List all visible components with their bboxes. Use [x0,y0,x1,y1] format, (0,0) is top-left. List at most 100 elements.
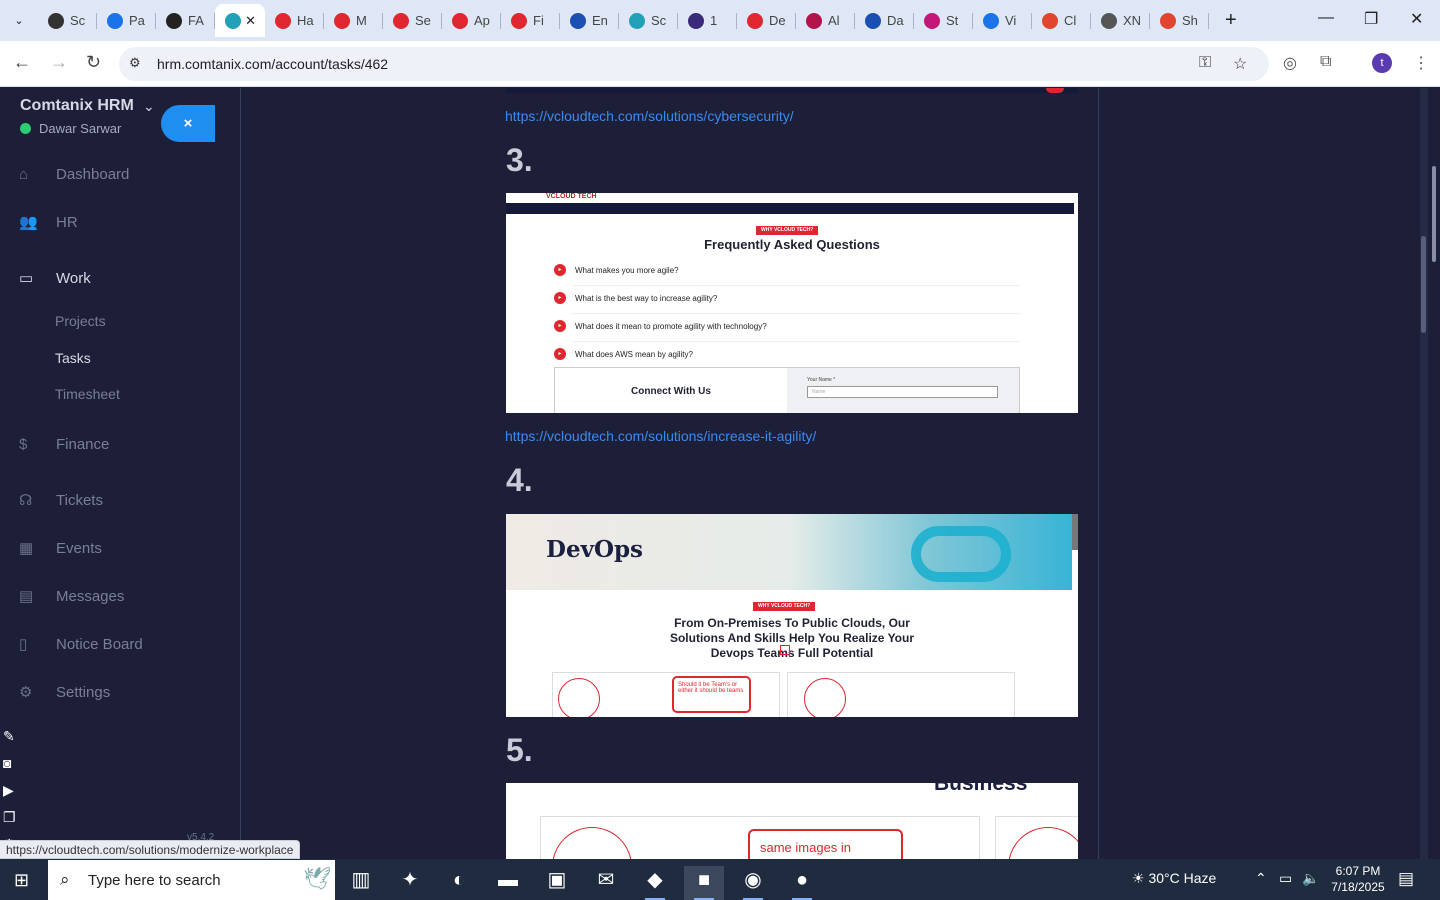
tab-title: Vi [1005,13,1017,28]
sidebar-item-dashboard[interactable]: ⌂ Dashboard [0,159,215,189]
devops-hero: DevOps [506,514,1072,590]
file-explorer-icon[interactable]: ▬ [488,866,528,900]
red-tag-icon [393,12,409,29]
chrome-icon[interactable]: ◉ [733,866,773,900]
browser-tab[interactable]: Al [796,4,855,37]
comtanix-app-icon[interactable]: ◆ [635,866,675,900]
infinity-loop-graphic [911,526,1011,582]
url-text[interactable]: hrm.comtanix.com/account/tasks/462 [157,56,388,72]
translate-icon[interactable]: ◎ [1283,53,1297,73]
task-screenshot-devops: DevOps WHY VCLOUD TECH? From On-Premises… [506,514,1078,717]
chevron-up-icon[interactable]: ⌃ [1255,870,1267,887]
browser-tab[interactable]: St [914,4,973,37]
clock[interactable]: 6:07 PM 7/18/2025 [1329,863,1387,895]
browser-tab[interactable]: Da [855,4,914,37]
notification-icon[interactable]: ▤ [1398,869,1414,889]
sidebar-subitem-timesheet[interactable]: Timesheet [55,386,120,402]
back-button[interactable]: ← [13,52,31,73]
dollar-icon: $ [19,435,28,453]
name-field: Name [807,386,998,398]
browser-tab[interactable]: Ap [442,4,501,37]
edge-icon[interactable]: ◐ [439,866,479,900]
task-link-cybersecurity[interactable]: https://vcloudtech.com/solutions/cyberse… [505,108,794,124]
profile-avatar[interactable]: t [1372,53,1392,73]
x-icon [688,12,704,29]
chevron-down-icon: ⌄ [14,14,24,27]
bookmark-star-icon[interactable]: ☆ [1233,54,1247,74]
devops-card-icon [804,678,846,717]
browser-tab[interactable]: Sh [1150,4,1209,37]
red-tag-icon [452,12,468,29]
sidebar-subitem-tasks[interactable]: Tasks [55,350,91,366]
screenshot-icon [48,12,64,29]
sidebar-subitem-projects[interactable]: Projects [55,313,106,329]
browser-tab[interactable]: Sc [38,4,97,37]
content-scrollbar[interactable] [1420,88,1428,859]
task-view-icon[interactable]: ▥ [341,866,381,900]
browser-tab[interactable]: Se [383,4,442,37]
sidebar-item-notice-board[interactable]: ▯ Notice Board [0,629,215,659]
page-scrollbar-thumb[interactable] [1432,166,1436,262]
browser-tab[interactable]: FA [156,4,215,37]
browser-tab[interactable]: De [737,4,796,37]
sidebar-item-tickets[interactable]: ☊ Tickets [0,485,215,515]
minimize-button[interactable]: — [1318,9,1334,27]
browser-tab[interactable]: 1 [678,4,737,37]
chevron-down-icon[interactable]: ⌄ [143,98,155,115]
mail-icon[interactable]: ✉ [586,866,626,900]
sidebar-item-messages[interactable]: ▤ Messages [0,581,215,611]
sidebar-item-events[interactable]: ▦ Events [0,533,215,563]
browser-tab[interactable]: En [560,4,619,37]
browser-tab[interactable]: Pa [97,4,156,37]
red-tag-icon [747,12,763,29]
sidebar-item-finance[interactable]: $ Finance [0,429,215,459]
store-icon[interactable]: ▣ [537,866,577,900]
new-tab-button[interactable]: + [1225,9,1237,32]
copilot-icon[interactable]: ✦ [390,866,430,900]
edit-icon[interactable]: ✎ [3,728,23,755]
browser-tab[interactable]: Sc [619,4,678,37]
sidebar-item-work[interactable]: ▭ Work [0,263,215,293]
content-scrollbar-thumb[interactable] [1421,236,1426,333]
browser-tab[interactable]: Cl [1032,4,1091,37]
browser-tab[interactable]: M [324,4,383,37]
sticky-notes-icon[interactable]: ■ [684,866,724,900]
browser-tab[interactable]: XN [1091,4,1150,37]
sidebar-item-settings[interactable]: ⚙ Settings [0,677,215,707]
tab-search-button[interactable]: ⌄ [6,8,32,32]
camera-icon[interactable]: ◙ [3,755,23,782]
weather-widget[interactable]: ☀ 30°C Haze [1132,870,1216,887]
password-key-icon[interactable]: ⚿ [1199,54,1211,72]
window-icon[interactable]: ❐ [3,809,23,836]
windows-start-icon[interactable]: ⊞ [14,870,29,891]
address-bar[interactable]: ⚙ hrm.comtanix.com/account/tasks/462 ⚿ ☆ [119,47,1269,81]
task-link-increase-it-agility[interactable]: https://vcloudtech.com/solutions/increas… [505,428,816,444]
faq-badge: WHY VCLOUD TECH? [756,226,819,235]
brand-name[interactable]: Comtanix HRM [20,97,134,115]
close-tab-icon[interactable]: ✕ [245,13,256,29]
scales-icon [865,12,881,29]
close-window-button[interactable]: ✕ [1410,9,1423,29]
browser-tab[interactable]: Ha [265,4,324,37]
task-item-number-5: 5. [506,732,533,768]
sidebar-item-hr[interactable]: 👥 HR [0,207,215,237]
reload-button[interactable]: ↻ [86,52,101,73]
tab-list: Sc Pa FA ✕ Ha M Se Ap Fi En Sc 1 De Al Da St Vi Cl XN Sh [38,4,1209,37]
forward-button[interactable]: → [50,52,68,73]
video-icon[interactable]: ▶ [3,782,23,809]
taskbar-search[interactable]: ⌕ Type here to search 🕊 [48,860,335,900]
tab-title: 1 [710,13,718,28]
browser-tab[interactable]: Fi [501,4,560,37]
diamond-icon [806,12,822,29]
extensions-icon[interactable]: ⧉ [1320,53,1331,71]
volume-icon[interactable]: 🔈 [1302,870,1319,887]
zoom-icon[interactable]: ● [782,866,822,900]
browser-tab[interactable]: Vi [973,4,1032,37]
site-settings-icon[interactable]: ⚙ [129,55,141,71]
review-callout: Should it be Team's or either it should … [672,676,751,713]
menu-icon[interactable]: ⋮ [1413,53,1429,73]
network-icon[interactable]: ▭ [1279,870,1292,887]
browser-tab[interactable]: ✕ [215,4,265,37]
close-sidebar-button[interactable]: × [161,105,215,142]
restore-button[interactable]: ❐ [1364,9,1378,29]
